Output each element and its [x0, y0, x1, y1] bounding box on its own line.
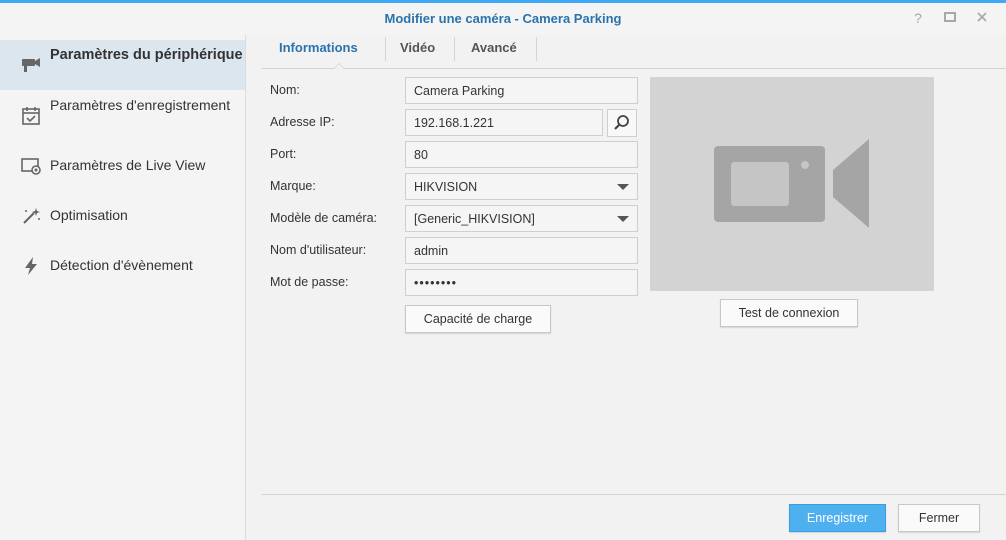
sidebar-item-event-detection[interactable]: Détection d'évènement	[0, 245, 245, 285]
sidebar-item-label: Paramètres du périphérique	[50, 47, 243, 63]
test-connection-button[interactable]: Test de connexion	[720, 299, 858, 327]
tab-divider	[454, 37, 455, 61]
window-title: Modifier une caméra - Camera Parking	[384, 11, 622, 26]
sidebar-item-label: Paramètres d'enregistrement	[50, 97, 231, 113]
username-label: Nom d'utilisateur:	[270, 243, 367, 257]
monitor-camera-icon	[20, 155, 42, 177]
ip-label: Adresse IP:	[270, 115, 335, 129]
close-button[interactable]: Fermer	[898, 504, 980, 532]
tab-video[interactable]: Vidéo	[400, 39, 435, 65]
port-label: Port:	[270, 147, 297, 161]
password-label: Mot de passe:	[270, 275, 349, 289]
title-bar: Modifier une caméra - Camera Parking ?	[0, 3, 1006, 35]
magic-wand-icon	[20, 205, 42, 227]
tab-divider	[536, 37, 537, 61]
maximize-icon[interactable]	[942, 10, 958, 26]
name-label: Nom:	[270, 83, 300, 97]
sidebar-item-recording-settings[interactable]: Paramètres d'enregistrement	[0, 93, 245, 139]
sidebar: Paramètres du périphérique Paramètres d'…	[0, 35, 246, 540]
sidebar-item-label: Détection d'évènement	[50, 257, 193, 273]
sidebar-item-device-settings[interactable]: Paramètres du périphérique	[0, 40, 245, 90]
tab-divider	[385, 37, 386, 61]
calendar-check-icon	[20, 105, 42, 127]
tab-bar: Informations Vidéo Avancé	[262, 35, 1006, 69]
tab-avance[interactable]: Avancé	[471, 39, 517, 65]
port-field[interactable]: 80	[405, 141, 638, 168]
password-field[interactable]: ••••••••	[405, 269, 638, 296]
search-button[interactable]	[607, 109, 637, 137]
tab-informations[interactable]: Informations	[279, 39, 358, 65]
model-select[interactable]: [Generic_HIKVISION]	[405, 205, 638, 232]
sidebar-item-label: Optimisation	[50, 207, 128, 223]
search-icon	[614, 115, 629, 130]
model-select-value: [Generic_HIKVISION]	[414, 212, 535, 226]
video-camera-icon	[714, 139, 869, 228]
camera-icon	[20, 54, 42, 76]
brand-select[interactable]: HIKVISION	[405, 173, 638, 200]
close-icon[interactable]	[974, 10, 990, 26]
ip-field[interactable]: 192.168.1.221	[405, 109, 603, 136]
lightning-icon	[20, 255, 42, 277]
model-label: Modèle de caméra:	[270, 211, 378, 225]
sidebar-item-optimisation[interactable]: Optimisation	[0, 195, 245, 235]
capacity-button[interactable]: Capacité de charge	[405, 305, 551, 333]
active-tab-indicator	[333, 63, 345, 69]
brand-label: Marque:	[270, 179, 316, 193]
name-field[interactable]: Camera Parking	[405, 77, 638, 104]
sidebar-item-label: Paramètres de Live View	[50, 157, 206, 173]
sidebar-item-live-view-settings[interactable]: Paramètres de Live View	[0, 145, 245, 185]
main-panel: Informations Vidéo Avancé Nom: Camera Pa…	[247, 35, 1006, 540]
footer-divider	[262, 494, 1006, 495]
help-icon[interactable]: ?	[910, 10, 926, 26]
camera-preview	[650, 77, 934, 291]
brand-select-value: HIKVISION	[414, 180, 478, 194]
username-field[interactable]: admin	[405, 237, 638, 264]
save-button[interactable]: Enregistrer	[789, 504, 886, 532]
